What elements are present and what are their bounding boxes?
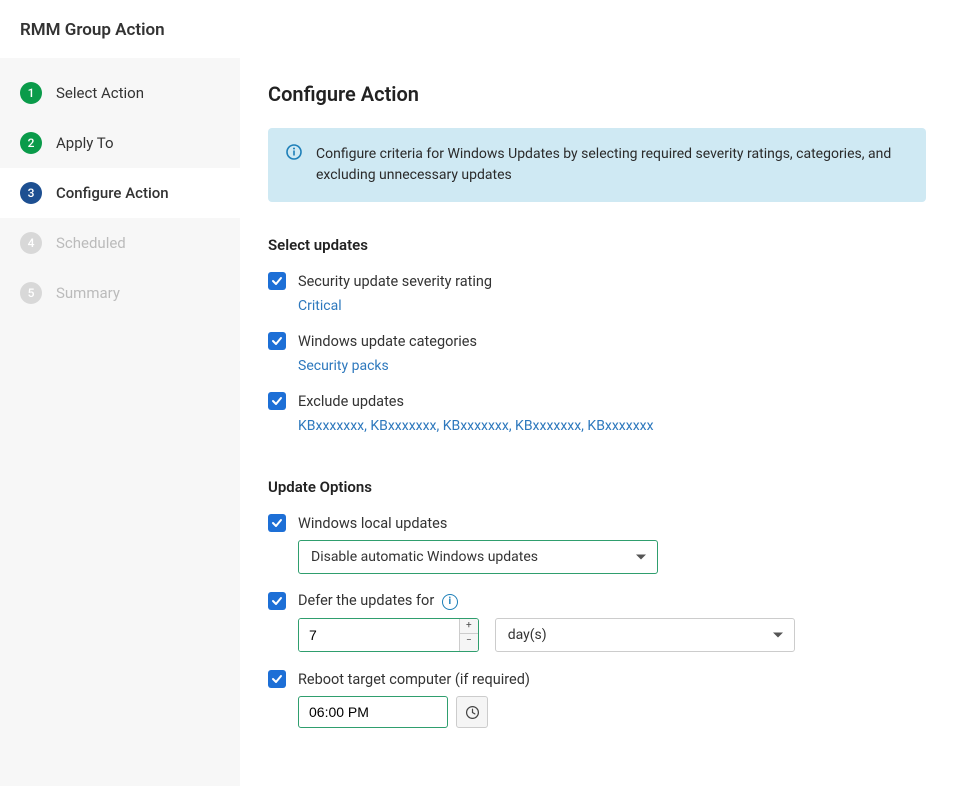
info-banner: Configure criteria for Windows Updates b… (268, 128, 926, 202)
label-exclude: Exclude updates (298, 393, 404, 410)
step-number: 5 (20, 282, 42, 304)
caret-down-icon (773, 633, 783, 638)
step-number: 1 (20, 82, 42, 104)
checkbox-reboot[interactable] (268, 670, 286, 688)
stepper-up[interactable]: + (460, 619, 478, 634)
defer-stepper: + − (298, 618, 479, 652)
select-defer-unit-value: day(s) (495, 618, 795, 652)
step-apply-to[interactable]: 2 Apply To (0, 118, 240, 168)
step-label: Summary (56, 284, 120, 302)
link-categories-value[interactable]: Security packs (298, 358, 926, 374)
step-label: Configure Action (56, 184, 169, 202)
step-label: Select Action (56, 84, 144, 102)
checkbox-local-updates[interactable] (268, 514, 286, 532)
checkbox-severity[interactable] (268, 272, 286, 290)
select-local-updates-value: Disable automatic Windows updates (298, 540, 658, 574)
page-header: RMM Group Action (0, 0, 954, 58)
select-local-updates[interactable]: Disable automatic Windows updates (298, 540, 658, 574)
info-icon[interactable]: i (442, 594, 458, 610)
step-summary: 5 Summary (0, 268, 240, 318)
select-defer-unit[interactable]: day(s) (495, 618, 795, 652)
clock-icon (465, 705, 480, 720)
caret-down-icon (636, 555, 646, 560)
label-severity: Security update severity rating (298, 273, 492, 290)
step-label: Scheduled (56, 234, 126, 252)
header-title: RMM Group Action (20, 20, 165, 40)
stepper-down[interactable]: − (460, 634, 478, 648)
step-label: Apply To (56, 134, 114, 152)
reboot-time-input[interactable] (298, 696, 448, 728)
label-categories: Windows update categories (298, 333, 477, 350)
label-local-updates: Windows local updates (298, 515, 447, 532)
wizard-sidebar: 1 Select Action 2 Apply To 3 Configure A… (0, 58, 240, 786)
page-title: Configure Action (268, 82, 926, 106)
info-icon (286, 144, 302, 186)
checkbox-exclude[interactable] (268, 392, 286, 410)
defer-input[interactable] (299, 619, 459, 651)
clock-button[interactable] (456, 696, 488, 728)
label-reboot: Reboot target computer (if required) (298, 671, 530, 688)
checkbox-defer[interactable] (268, 592, 286, 610)
step-configure-action[interactable]: 3 Configure Action (0, 168, 240, 218)
banner-text: Configure criteria for Windows Updates b… (316, 144, 908, 186)
main-panel: Configure Action Configure criteria for … (240, 58, 954, 786)
step-number: 3 (20, 182, 42, 204)
step-scheduled: 4 Scheduled (0, 218, 240, 268)
checkbox-categories[interactable] (268, 332, 286, 350)
step-number: 2 (20, 132, 42, 154)
label-defer: Defer the updates for i (298, 592, 458, 609)
link-severity-value[interactable]: Critical (298, 298, 926, 314)
step-select-action[interactable]: 1 Select Action (0, 68, 240, 118)
section-select-updates: Select updates (268, 236, 926, 254)
section-update-options: Update Options (268, 478, 926, 496)
link-exclude-value[interactable]: KBxxxxxxx, KBxxxxxxx, KBxxxxxxx, KBxxxxx… (298, 418, 926, 434)
step-number: 4 (20, 232, 42, 254)
